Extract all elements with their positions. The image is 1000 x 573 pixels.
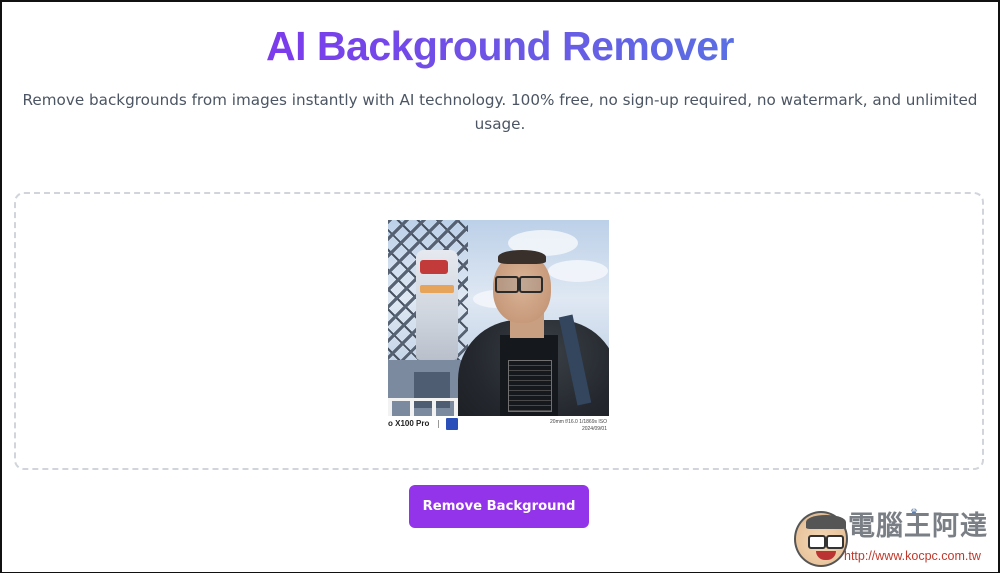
glasses-left bbox=[495, 276, 519, 293]
camera-caption-strip: o X100 Pro 20mm f/16.0 1/1869s ISO 2024/… bbox=[388, 416, 609, 441]
glasses-right bbox=[519, 276, 543, 293]
uploaded-image-preview: o X100 Pro 20mm f/16.0 1/1869s ISO 2024/… bbox=[388, 220, 609, 441]
person-hair bbox=[498, 250, 546, 264]
mascot-hair bbox=[806, 515, 846, 529]
remove-background-button[interactable]: Remove Background bbox=[409, 485, 589, 528]
watermark-name: 電腦王阿達 bbox=[848, 511, 988, 542]
page-subtitle: Remove backgrounds from images instantly… bbox=[22, 91, 978, 133]
camera-model: o X100 Pro bbox=[388, 419, 430, 428]
mascot-mouth bbox=[816, 551, 836, 560]
shirt-print bbox=[508, 360, 552, 412]
mascot-glasses-right bbox=[826, 535, 844, 549]
robot-chest bbox=[420, 260, 448, 274]
mascot-glasses-left bbox=[808, 535, 826, 549]
site-watermark: ♛ 電腦王阿達 http://www.kocpc.com.tw bbox=[790, 507, 995, 569]
page-title: AI Background Remover bbox=[0, 20, 1000, 72]
cloud bbox=[548, 260, 608, 282]
lens-brand-logo-icon bbox=[446, 418, 458, 430]
photo-scene bbox=[388, 220, 609, 416]
camera-specs-line2: 2024/09/01 bbox=[581, 426, 607, 432]
caption-separator bbox=[438, 420, 439, 428]
camera-specs-line1: 20mm f/16.0 1/1869s ISO bbox=[550, 419, 607, 425]
robot-belt bbox=[420, 285, 454, 293]
camera-specs: 20mm f/16.0 1/1869s ISO 2024/09/01 bbox=[550, 419, 607, 433]
mascot-face-icon bbox=[794, 511, 848, 567]
page-title-text: AI Background Remover bbox=[266, 23, 734, 69]
watermark-url: http://www.kocpc.com.tw bbox=[844, 549, 981, 563]
